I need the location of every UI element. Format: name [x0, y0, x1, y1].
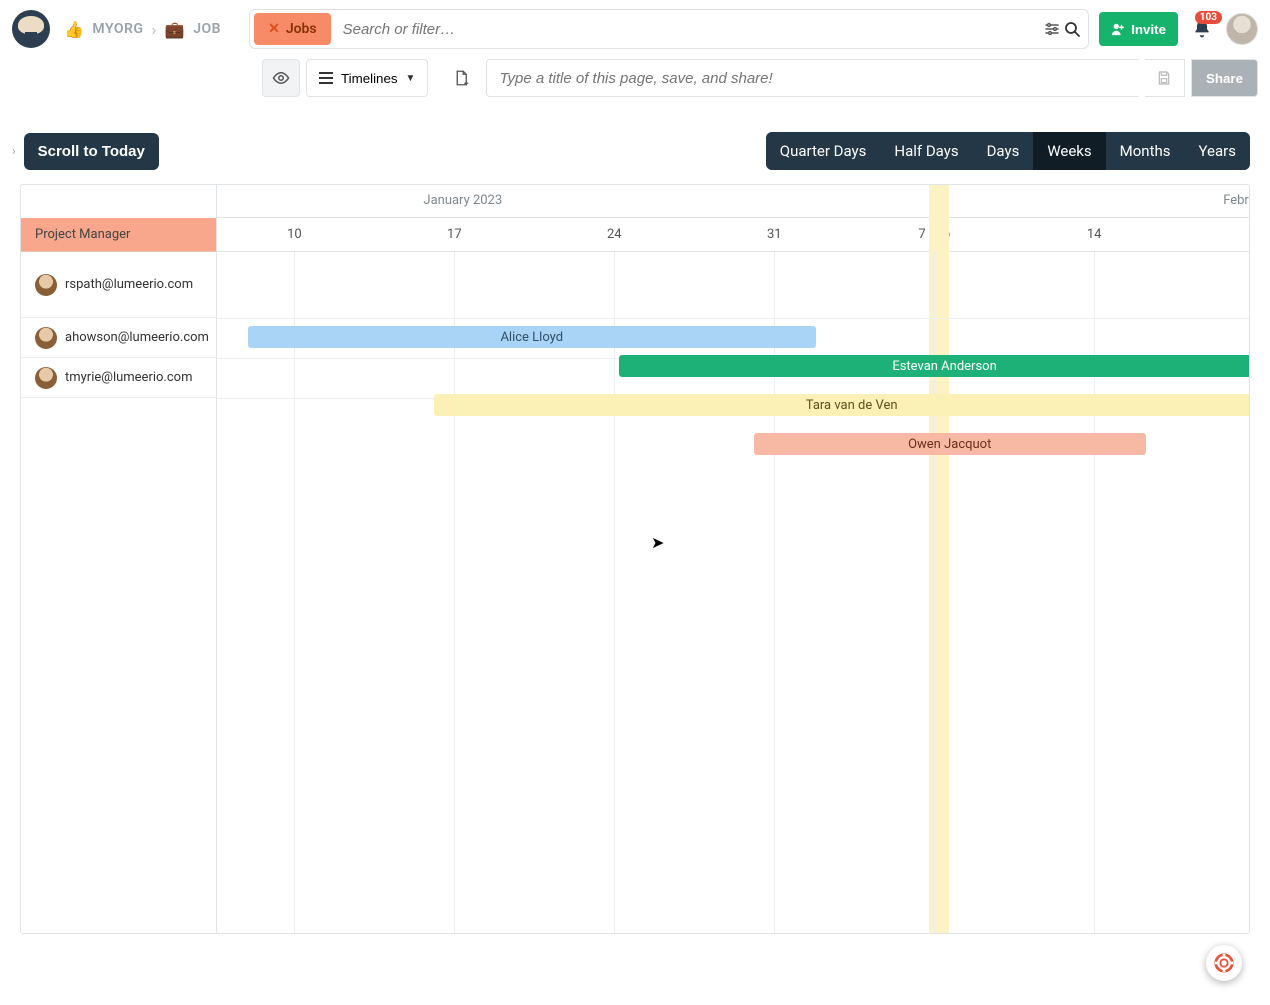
- task-label: Estevan Anderson: [892, 359, 996, 374]
- app-logo[interactable]: [12, 10, 50, 48]
- scale-option-half-days[interactable]: Half Days: [880, 132, 972, 170]
- resource-email: ahowson@lumeerio.com: [65, 330, 209, 345]
- scroll-to-today-button[interactable]: Scroll to Today: [24, 133, 159, 170]
- user-avatar[interactable]: [1226, 13, 1258, 45]
- invite-button[interactable]: Invite: [1099, 12, 1178, 46]
- topbar: 👍 MYORG › 💼 JOB ✕ Jobs Invite 103: [0, 0, 1270, 58]
- breadcrumb-org[interactable]: MYORG: [92, 21, 143, 37]
- gantt-sidebar: Project Manager rspath@lumeerio.com ahows…: [21, 185, 217, 933]
- filter-chip-label: Jobs: [286, 21, 317, 37]
- new-page-button[interactable]: [442, 59, 480, 97]
- task-label: Alice Lloyd: [500, 330, 563, 345]
- briefcase-icon: 💼: [165, 20, 185, 39]
- scale-option-weeks[interactable]: Weeks: [1033, 132, 1105, 170]
- search-icon[interactable]: [1064, 21, 1088, 37]
- scale-option-days[interactable]: Days: [973, 132, 1034, 170]
- share-button[interactable]: Share: [1191, 59, 1258, 97]
- task-label: Tara van de Ven: [806, 398, 898, 413]
- resource-row[interactable]: ahowson@lumeerio.com: [21, 318, 216, 358]
- view-selector-label: Timelines: [341, 71, 398, 86]
- lifebuoy-icon: [1213, 952, 1235, 974]
- search-input[interactable]: [335, 21, 1045, 38]
- user-plus-icon: [1111, 22, 1125, 36]
- invite-label: Invite: [1131, 22, 1166, 37]
- week-tick: 17: [447, 227, 462, 242]
- search-bar: ✕ Jobs: [249, 9, 1089, 49]
- resource-row[interactable]: tmyrie@lumeerio.com: [21, 358, 216, 398]
- save-button[interactable]: [1145, 59, 1185, 97]
- task-bar[interactable]: Tara van de Ven: [434, 394, 1249, 416]
- scale-option-months[interactable]: Months: [1106, 132, 1185, 170]
- sidebar-group-label: Project Manager: [35, 227, 130, 242]
- task-bar[interactable]: Alice Lloyd: [248, 326, 816, 348]
- week-tick: 24: [607, 227, 622, 242]
- chevron-right-icon: ›: [151, 20, 156, 39]
- view-selector[interactable]: Timelines ▼: [306, 59, 428, 97]
- month-label: Febru: [1223, 193, 1249, 208]
- task-bar[interactable]: Owen Jacquot: [754, 433, 1146, 455]
- thumbs-up-icon: 👍: [64, 20, 84, 39]
- gantt-chart: Project Manager rspath@lumeerio.com ahows…: [20, 184, 1250, 934]
- task-bar[interactable]: Estevan Anderson: [619, 355, 1249, 377]
- scale-option-years[interactable]: Years: [1185, 132, 1250, 170]
- expand-chevron-icon[interactable]: ›: [12, 144, 20, 158]
- share-label: Share: [1206, 71, 1243, 86]
- avatar: [35, 327, 57, 349]
- filter-chip-jobs[interactable]: ✕ Jobs: [254, 13, 331, 45]
- page-plus-icon: [452, 69, 470, 87]
- month-label: January 2023: [423, 193, 502, 208]
- page-title-input[interactable]: [486, 59, 1139, 97]
- resource-email: rspath@lumeerio.com: [65, 277, 193, 292]
- sidebar-group-header[interactable]: Project Manager: [21, 218, 216, 252]
- week-header: 101724317 Feb14: [217, 218, 1249, 252]
- scale-option-quarter-days[interactable]: Quarter Days: [766, 132, 881, 170]
- notifications[interactable]: 103: [1188, 19, 1216, 39]
- avatar: [35, 367, 57, 389]
- breadcrumb-job[interactable]: JOB: [193, 21, 221, 37]
- task-label: Owen Jacquot: [908, 437, 991, 452]
- month-header: January 2023 Febru: [217, 185, 1249, 218]
- scroll-to-today-label: Scroll to Today: [38, 143, 145, 160]
- help-button[interactable]: [1206, 945, 1242, 981]
- gantt-chart-area[interactable]: January 2023Febru 101724317 Feb14 Alice …: [217, 185, 1249, 933]
- eye-icon: [272, 69, 290, 87]
- actions-row: › Scroll to Today Quarter DaysHalf DaysD…: [0, 106, 1270, 176]
- tools-icon: ✕: [268, 21, 280, 37]
- resource-row[interactable]: rspath@lumeerio.com: [21, 252, 216, 318]
- week-tick: 31: [767, 227, 782, 242]
- week-tick: 10: [287, 227, 302, 242]
- avatar: [35, 274, 57, 296]
- breadcrumb: 👍 MYORG › 💼 JOB: [64, 20, 221, 39]
- time-scale-group: Quarter DaysHalf DaysDaysWeeksMonthsYear…: [766, 132, 1250, 170]
- notification-badge: 103: [1195, 11, 1222, 24]
- week-tick: 14: [1087, 227, 1102, 242]
- floppy-icon: [1156, 70, 1172, 86]
- resource-email: tmyrie@lumeerio.com: [65, 370, 192, 385]
- chevron-down-icon: ▼: [406, 73, 416, 84]
- timeline-icon: [319, 72, 333, 84]
- visibility-button[interactable]: [262, 59, 300, 97]
- settings-toggle-icon[interactable]: [1044, 21, 1064, 37]
- view-toolbar: Timelines ▼ Share: [0, 58, 1270, 106]
